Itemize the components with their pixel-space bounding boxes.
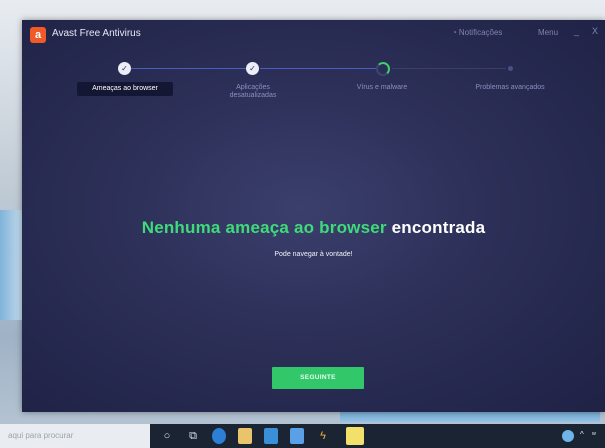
progress-stepper: ✓ ✓ Ameaças ao browser Aplicações desatu… (22, 56, 605, 126)
cortana-icon[interactable]: ○ (160, 429, 174, 443)
step-2-check-icon: ✓ (246, 62, 259, 75)
mail-icon[interactable] (290, 428, 304, 444)
search-placeholder: aqui para procurar (8, 431, 74, 440)
taskbar-search-box[interactable]: aqui para procurar (0, 424, 150, 448)
stepper-line-1 (126, 68, 246, 69)
task-view-icon[interactable]: ⧉ (186, 429, 200, 443)
file-explorer-icon[interactable] (238, 428, 252, 444)
result-subtitle: Pode navegar à vontade! (274, 251, 353, 258)
stepper-line-2 (260, 68, 378, 69)
step-1-check-icon: ✓ (118, 62, 131, 75)
avast-window: a Avast Free Antivirus ◔ Notificações Men… (22, 20, 605, 412)
minimize-button[interactable]: _ (574, 26, 579, 36)
store-icon[interactable] (264, 428, 278, 444)
stepper-line-3 (392, 68, 506, 69)
step-3-progress-icon (376, 62, 390, 76)
headline-green-text: Nenhuma ameaça ao browser (141, 218, 387, 237)
edge-icon[interactable] (212, 428, 226, 444)
taskbar: aqui para procurar ○ ⧉ ϟ ^ ʷ (0, 424, 605, 448)
menu-button[interactable]: Menu (538, 28, 558, 37)
app-title: Avast Free Antivirus (52, 28, 141, 39)
app-icon[interactable] (346, 427, 364, 445)
step-label-advanced[interactable]: Problemas avançados (460, 84, 560, 92)
tray-chevron-icon[interactable]: ^ (580, 430, 584, 439)
result-headline: Nenhuma ameaça ao browser encontrada (22, 218, 605, 238)
winamp-icon[interactable]: ϟ (316, 429, 330, 443)
notifications-button[interactable]: ◔ Notificações (452, 28, 502, 37)
title-bar: a Avast Free Antivirus ◔ Notificações Men… (22, 20, 605, 48)
avast-logo-icon: a (30, 27, 46, 43)
step-label-browser[interactable]: Ameaças ao browser (77, 82, 173, 96)
notifications-label: Notificações (458, 28, 503, 37)
headline-white-text: encontrada (391, 218, 486, 237)
help-tray-icon[interactable] (562, 430, 574, 442)
step-4-dot-icon (508, 66, 513, 71)
step-label-virus[interactable]: Vírus e malware (342, 84, 422, 92)
step-label-apps[interactable]: Aplicações desatualizadas (218, 84, 288, 100)
bell-icon: ◔ (452, 28, 457, 37)
network-tray-icon[interactable]: ʷ (592, 430, 596, 439)
next-button[interactable]: SEGUINTE (272, 367, 364, 389)
close-button[interactable]: X (592, 26, 598, 36)
